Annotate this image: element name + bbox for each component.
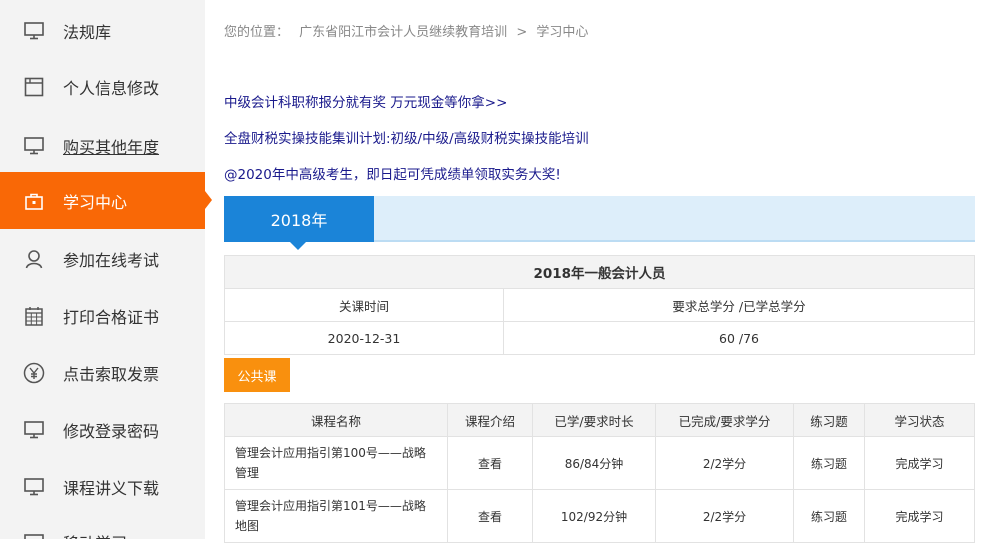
sidebar-item-request-invoice[interactable]: 点击索取发票 [0,344,205,401]
col-header-course-intro: 课程介绍 [447,403,533,437]
course-intro-view-link[interactable]: 查看 [447,489,533,543]
summary-value-close-time: 2020-12-31 [224,321,504,355]
course-exercises-link[interactable]: 练习题 [793,489,865,543]
course-status: 完成学习 [864,489,975,543]
promo-link-exam-award[interactable]: @2020年中高级考生，即日起可凭成绩单领取实务大奖! [224,163,561,183]
sidebar-item-buy-other-year[interactable]: 购买其他年度 [0,117,205,174]
calendar-icon [23,305,45,327]
monitor-icon [23,135,45,157]
sidebar-item-label: 参加在线考试 [63,250,160,270]
public-course-button[interactable]: 公共课 [224,358,290,392]
table-row: 管理会计应用指引第100号——战略管理 查看 86/84分钟 2/2学分 练习题… [224,436,975,490]
sidebar-item-label: 法规库 [63,22,112,42]
sidebar-item-label: 学习中心 [63,192,128,212]
user-icon [23,248,45,270]
course-exercises-link[interactable]: 练习题 [793,436,865,490]
monitor-icon [23,532,45,539]
summary-table: 2018年一般会计人员 关课时间 要求总学分 /已学总学分 2020-12-31… [224,255,975,355]
col-header-credits: 已完成/要求学分 [655,403,794,437]
course-name: 管理会计应用指引第101号——战略地图 [224,489,448,543]
sidebar-item-label: 点击索取发票 [63,364,160,384]
yen-icon [23,362,45,384]
course-intro-view-link[interactable]: 查看 [447,436,533,490]
monitor-icon [23,419,45,441]
col-header-exercises: 练习题 [793,403,865,437]
breadcrumb-separator: > [516,25,528,40]
breadcrumb-current: 学习中心 [536,25,589,40]
promo-link-intermediate-award[interactable]: 中级会计科职称报分就有奖 万元现金等你拿>> [224,91,507,111]
sidebar-item-label: 修改登录密码 [63,421,160,441]
summary-title: 2018年一般会计人员 [224,255,975,289]
course-name: 管理会计应用指引第100号——战略管理 [224,436,448,490]
sidebar-item-label: 打印合格证书 [63,307,160,327]
sidebar-item-profile-edit[interactable]: 个人信息修改 [0,58,205,115]
course-credits: 2/2学分 [655,436,794,490]
sidebar-item-online-exam[interactable]: 参加在线考试 [0,230,205,287]
course-duration: 102/92分钟 [532,489,656,543]
sidebar-item-print-certificate[interactable]: 打印合格证书 [0,287,205,344]
promo-link-tax-training[interactable]: 全盘财税实操技能集训计划:初级/中级/高级财税实操技能培训 [224,127,589,147]
document-icon [23,76,45,98]
course-status: 完成学习 [864,436,975,490]
course-credits: 2/2学分 [655,489,794,543]
sidebar-item-label: 购买其他年度 [63,137,160,157]
sidebar-item-change-password[interactable]: 修改登录密码 [0,401,205,458]
col-header-duration: 已学/要求时长 [532,403,656,437]
breadcrumb: 您的位置： 广东省阳江市会计人员继续教育培训 > 学习中心 [224,21,588,40]
course-duration: 86/84分钟 [532,436,656,490]
sidebar-item-label: 个人信息修改 [63,78,160,98]
sidebar-item-label: 课程讲义下载 [63,478,160,498]
sidebar-item-learning-center[interactable]: 学习中心 [0,172,212,229]
monitor-icon [23,476,45,498]
summary-header-close-time: 关课时间 [224,288,504,322]
sidebar: 法规库 个人信息修改 购买其他年度 学习中心 参加在线考试 打印合格证书 点击索… [0,0,212,539]
col-header-status: 学习状态 [864,403,975,437]
bag-icon [23,190,45,212]
sidebar-item-handout-download[interactable]: 课程讲义下载 [0,458,205,515]
col-header-course-name: 课程名称 [224,403,448,437]
summary-header-credits: 要求总学分 /已学总学分 [503,288,975,322]
table-row: 管理会计应用指引第101号——战略地图 查看 102/92分钟 2/2学分 练习… [224,489,975,543]
monitor-icon [23,20,45,42]
course-table-header: 课程名称 课程介绍 已学/要求时长 已完成/要求学分 练习题 学习状态 [224,403,975,437]
summary-value-credits: 60 /76 [503,321,975,355]
sidebar-item-mobile-learning[interactable]: 移动学习 [0,527,205,539]
breadcrumb-prefix: 您的位置： [224,25,290,40]
breadcrumb-site-link[interactable]: 广东省阳江市会计人员继续教育培训 [299,25,507,40]
course-table: 课程名称 课程介绍 已学/要求时长 已完成/要求学分 练习题 学习状态 管理会计… [224,403,975,543]
sidebar-item-law-library[interactable]: 法规库 [0,2,205,59]
tab-year-2018[interactable]: 2018年 [224,196,374,250]
sidebar-item-label: 移动学习 [63,530,127,539]
